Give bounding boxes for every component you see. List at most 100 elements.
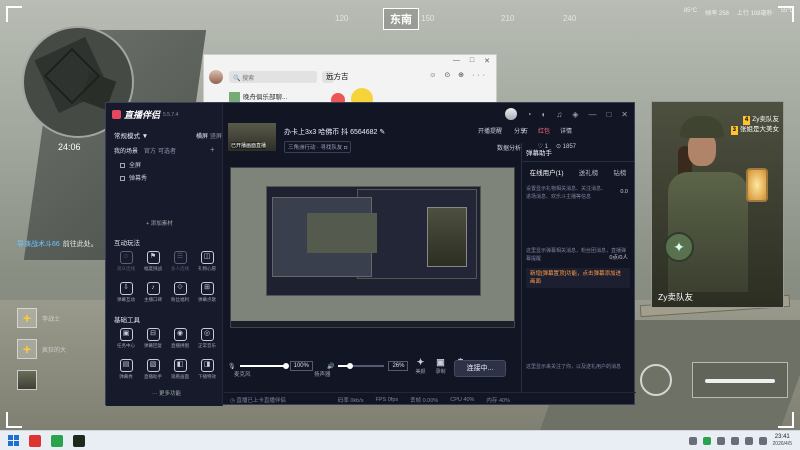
details-button[interactable]: 详情 xyxy=(560,126,572,135)
tool-label: 观众连线 xyxy=(117,266,135,271)
mic-volume-value[interactable]: 100% xyxy=(289,361,313,371)
windows-start-icon[interactable] xyxy=(8,435,19,446)
tab-my-scenes[interactable]: 我的场景 xyxy=(114,146,138,155)
tool-button[interactable]: ◫ 礼物心愿 xyxy=(195,251,219,272)
beauty-button[interactable]: ✦ 美颜 xyxy=(412,357,428,375)
close-icon[interactable]: ✕ xyxy=(621,110,628,119)
chat-list-item[interactable]: 晚舟俱乐部聊... xyxy=(229,91,287,103)
live-reminder-button[interactable]: 开播提醒 xyxy=(478,126,502,135)
red-packet-button[interactable]: 红包 xyxy=(538,126,550,135)
speaker-volume-value[interactable]: 26% xyxy=(388,361,409,371)
tray-icon[interactable] xyxy=(730,437,739,445)
assistant-spacer xyxy=(522,204,634,244)
network-icon[interactable] xyxy=(744,437,753,445)
minimize-icon[interactable]: — xyxy=(588,110,596,119)
compass: 120 150 210 240 东南 xyxy=(205,6,595,30)
volume-icon[interactable] xyxy=(758,437,767,445)
tool-button[interactable]: ☺ 观众连线 xyxy=(114,251,138,272)
go-live-button[interactable]: 连接中... xyxy=(454,360,506,377)
tool-button[interactable]: ⟐ 粉丝福利 xyxy=(168,282,192,303)
record-button[interactable]: ▣ 录制 xyxy=(432,357,448,375)
character-hat xyxy=(680,116,724,138)
tool-button[interactable]: ▧ 直播助手 xyxy=(141,359,165,380)
mode-dropdown[interactable]: 常规模式 ▼ xyxy=(114,130,148,140)
tool-button[interactable]: ♪ 主播口碑 xyxy=(141,282,165,303)
status-item: 码率 0kb/s xyxy=(337,397,364,404)
search-input[interactable]: 🔍 搜索 xyxy=(229,71,317,83)
scene-item[interactable]: 全屏 xyxy=(120,160,141,169)
tool-icon: ⚑ xyxy=(146,251,160,264)
wechat-icon[interactable] xyxy=(51,434,63,447)
tag-text: 张姐是大美女 xyxy=(740,126,779,133)
preview-desktop xyxy=(266,186,481,296)
danmaku-assistant: 弹幕助手 在线用户(1) 送礼榜 钻榜 设置显示礼物相关消息、关注消息、进场消息… xyxy=(521,143,634,392)
streaming-app-window[interactable]: 直播伴侣 5.5.7.4 常规模式 ▼ 横屏 竖屏 我的场景 官方 可选者 + … xyxy=(105,102,636,406)
character-card: ✦ 4 Zy卖队友 3 张姐是大美女 Zy卖队友 xyxy=(651,101,784,308)
maximize-icon[interactable]: □ xyxy=(470,57,474,65)
settings-icon[interactable]: ◈ xyxy=(572,110,578,119)
tool-button[interactable]: ⊞ 弹幕点歌 xyxy=(195,282,219,303)
tool-button[interactable]: ⚑ 幅度挑战 xyxy=(141,251,165,272)
game-taskbar-icon[interactable] xyxy=(73,434,85,447)
tool-button[interactable]: ◉ 直播拼图 xyxy=(168,328,192,349)
stream-title[interactable]: 办卡上3x3 哈佛币 抖 6564682 ✎ xyxy=(284,127,385,137)
tool-button[interactable]: ◎ 正常音乐 xyxy=(195,328,219,349)
tool-button[interactable]: ▣ 任务中心 xyxy=(114,328,138,349)
chat-window[interactable]: — □ ✕ 🔍 搜索 + 远方吉 ☺ ⊙ ⊕ ··· 晚舟俱乐部聊... xyxy=(203,54,497,110)
stream-preview[interactable] xyxy=(230,167,515,328)
tab-diamond-rank[interactable]: 钻榜 xyxy=(613,167,626,177)
wechat-tray-icon[interactable] xyxy=(702,437,711,445)
compass-tick: 210 xyxy=(501,14,515,23)
tool-button[interactable]: ☰ 多人连线 xyxy=(168,251,192,272)
assistant-footer: 这里显示来关注了你，以及送礼用户的消息 xyxy=(526,364,622,370)
character-tags: 4 Zy卖队友 3 张姐是大美女 xyxy=(730,115,779,135)
tab-optional[interactable]: 可选者 xyxy=(158,146,176,155)
tool-button[interactable]: ⇩ 弹幕互动 xyxy=(114,282,138,303)
more-functions-button[interactable]: ··· 更多功能 xyxy=(152,389,181,397)
team-slot-icon: + xyxy=(17,339,37,359)
user-avatar[interactable] xyxy=(504,108,517,120)
speaker-volume-knob[interactable] xyxy=(347,363,354,369)
tab-portrait[interactable]: 竖屏 xyxy=(210,131,222,140)
tray-icon[interactable] xyxy=(688,437,697,445)
mic-volume-knob[interactable] xyxy=(282,363,289,369)
tool-button[interactable]: ⊟ 弹幕回复 xyxy=(141,328,165,349)
tool-button[interactable]: ▤ 弹幕秀 xyxy=(114,359,138,380)
add-scene-icon[interactable]: + xyxy=(210,145,215,154)
maximize-icon[interactable]: □ xyxy=(606,110,611,119)
minimize-icon[interactable]: — xyxy=(453,57,460,65)
tool-label: 粉丝福利 xyxy=(171,297,189,302)
speaker-icon[interactable]: 🔊 xyxy=(327,363,334,370)
notification-icon[interactable]: ◔ xyxy=(527,110,532,119)
status-item: FPS 0fps xyxy=(375,396,399,403)
chat-toolbar-icons[interactable]: ☺ ⊙ ⊕ ··· xyxy=(429,71,488,79)
close-icon[interactable]: ✕ xyxy=(484,57,490,65)
beauty-icon: ✦ xyxy=(416,357,425,367)
tab-official[interactable]: 官方 xyxy=(144,146,156,155)
tab-online-users[interactable]: 在线用户(1) xyxy=(530,167,564,177)
app-taskbar-icon[interactable] xyxy=(29,434,41,447)
tool-button[interactable]: ◨ 下播特效 xyxy=(195,359,219,380)
tool-label: 幅度挑战 xyxy=(144,266,162,271)
tab-landscape[interactable]: 横屏 xyxy=(196,131,208,140)
tool-label: 主播口碑 xyxy=(144,297,162,302)
avatar[interactable] xyxy=(209,70,223,84)
mic-volume-slider[interactable] xyxy=(239,363,289,369)
message-icon[interactable]: ◐ xyxy=(541,110,546,119)
add-material-button[interactable]: + 添加素材 xyxy=(146,219,173,227)
data-analysis-link[interactable]: 数据分析 xyxy=(497,143,521,152)
stream-thumbnail[interactable]: 已开播画面直播 xyxy=(228,123,276,151)
stream-category[interactable]: 三角洲行动 · 寻找队友 ◘ xyxy=(284,141,352,153)
app-sidebar: 直播伴侣 5.5.7.4 常规模式 ▼ 横屏 竖屏 我的场景 官方 可选者 + … xyxy=(106,103,223,406)
tool-icon: ◉ xyxy=(173,328,187,341)
speaker-volume-slider[interactable] xyxy=(338,363,385,369)
mic-icon[interactable]: 🎙 xyxy=(228,363,236,370)
tray-icon[interactable] xyxy=(716,437,725,445)
headphone-icon[interactable]: ♫ xyxy=(556,110,562,119)
status-item: 内存 40% xyxy=(486,397,510,404)
clock[interactable]: 23:41 2026/4/5 xyxy=(773,434,792,448)
tab-gift-rank[interactable]: 送礼榜 xyxy=(579,167,599,177)
assistant-notice[interactable]: 新增[弹幕置顶]功能，点击弹幕添加进画面 xyxy=(526,268,630,288)
scene-item[interactable]: 弹幕秀 xyxy=(120,173,147,182)
tool-button[interactable]: ◧ 观看画面 xyxy=(168,359,192,380)
